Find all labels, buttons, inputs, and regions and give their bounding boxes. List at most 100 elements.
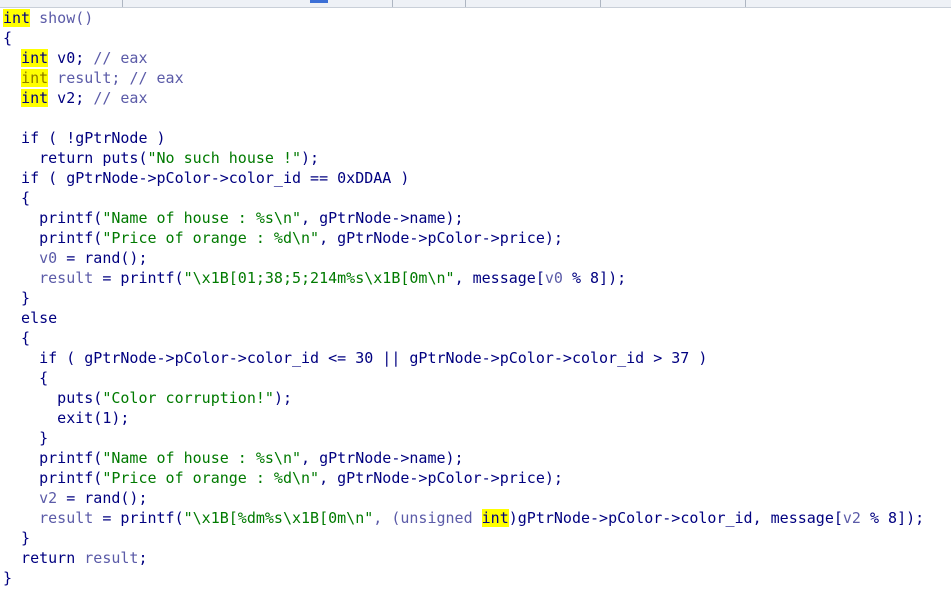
code-line[interactable]: { bbox=[0, 28, 951, 48]
code-token[interactable]: result; bbox=[48, 69, 129, 87]
code-token[interactable]: = printf( bbox=[93, 509, 183, 527]
code-token[interactable]: int bbox=[21, 89, 49, 107]
code-token[interactable]: "Name of house : %s\n" bbox=[102, 449, 301, 467]
code-token[interactable]: int bbox=[481, 509, 509, 527]
code-token[interactable]: result bbox=[39, 269, 93, 287]
code-token[interactable] bbox=[3, 89, 21, 107]
code-line[interactable]: if ( gPtrNode->pColor->color_id == 0xDDA… bbox=[0, 168, 951, 188]
code-line[interactable]: printf("Price of orange : %d\n", gPtrNod… bbox=[0, 468, 951, 488]
code-line[interactable]: result = printf("\x1B[01;38;5;214m%s\x1B… bbox=[0, 268, 951, 288]
code-line[interactable]: int result; // eax bbox=[0, 68, 951, 88]
code-token[interactable]: printf( bbox=[3, 229, 102, 247]
code-token[interactable]: v0; bbox=[48, 49, 93, 67]
code-line[interactable] bbox=[0, 108, 951, 128]
code-token[interactable]: printf( bbox=[3, 209, 102, 227]
code-token[interactable]: v2 bbox=[843, 509, 861, 527]
code-line[interactable]: printf("Name of house : %s\n", gPtrNode-… bbox=[0, 448, 951, 468]
code-token[interactable]: , gPtrNode->pColor->price); bbox=[319, 229, 563, 247]
code-token[interactable] bbox=[3, 489, 39, 507]
code-token[interactable]: v0 bbox=[39, 249, 57, 267]
code-token[interactable]: // eax bbox=[93, 89, 147, 107]
code-token[interactable]: ; bbox=[138, 549, 147, 567]
code-token[interactable]: } bbox=[3, 429, 48, 447]
code-token[interactable]: = rand(); bbox=[57, 489, 147, 507]
code-token[interactable]: { bbox=[3, 189, 30, 207]
code-line[interactable]: } bbox=[0, 528, 951, 548]
code-token[interactable]: )gPtrNode->pColor->color_id, message[ bbox=[509, 509, 843, 527]
code-line[interactable]: printf("Price of orange : %d\n", gPtrNod… bbox=[0, 228, 951, 248]
code-line[interactable]: int v0; // eax bbox=[0, 48, 951, 68]
code-token[interactable] bbox=[3, 49, 21, 67]
code-token[interactable]: , message[ bbox=[455, 269, 545, 287]
code-token[interactable]: if ( gPtrNode->pColor->color_id == 0xDDA… bbox=[3, 169, 409, 187]
code-line[interactable]: } bbox=[0, 568, 951, 588]
code-token[interactable]: return puts( bbox=[3, 149, 147, 167]
code-line[interactable]: int v2; // eax bbox=[0, 88, 951, 108]
code-token[interactable]: , (unsigned bbox=[373, 509, 481, 527]
code-token[interactable]: v2; bbox=[48, 89, 93, 107]
code-token[interactable]: // eax bbox=[93, 49, 147, 67]
code-token[interactable]: int bbox=[21, 49, 49, 67]
code-token[interactable] bbox=[3, 269, 39, 287]
code-token[interactable] bbox=[3, 249, 39, 267]
code-line[interactable]: exit(1); bbox=[0, 408, 951, 428]
code-line[interactable]: return result; bbox=[0, 548, 951, 568]
code-token[interactable]: = printf( bbox=[93, 269, 183, 287]
code-token[interactable]: { bbox=[3, 29, 12, 47]
code-line[interactable]: printf("Name of house : %s\n", gPtrNode-… bbox=[0, 208, 951, 228]
code-token[interactable]: if ( gPtrNode->pColor->color_id <= 30 ||… bbox=[3, 349, 707, 367]
code-token[interactable]: // eax bbox=[129, 69, 183, 87]
code-token[interactable]: else bbox=[3, 309, 57, 327]
code-token[interactable]: printf( bbox=[3, 449, 102, 467]
code-token[interactable]: , gPtrNode->name); bbox=[301, 209, 464, 227]
code-token[interactable]: ); bbox=[301, 149, 319, 167]
pseudocode-view[interactable]: int show(){ int v0; // eax int result; /… bbox=[0, 8, 951, 588]
code-line[interactable]: if ( !gPtrNode ) bbox=[0, 128, 951, 148]
code-token[interactable]: puts( bbox=[3, 389, 102, 407]
code-token[interactable]: return bbox=[3, 549, 84, 567]
code-line[interactable]: } bbox=[0, 288, 951, 308]
code-line[interactable]: v2 = rand(); bbox=[0, 488, 951, 508]
code-token[interactable]: "Price of orange : %d\n" bbox=[102, 469, 319, 487]
code-token[interactable]: ); bbox=[274, 389, 292, 407]
code-token[interactable]: } bbox=[3, 529, 30, 547]
code-token[interactable]: "No such house !" bbox=[148, 149, 302, 167]
code-token[interactable]: } bbox=[3, 289, 30, 307]
code-token[interactable]: printf( bbox=[3, 469, 102, 487]
code-token[interactable]: "\x1B[01;38;5;214m%s\x1B[0m\n" bbox=[184, 269, 455, 287]
code-token[interactable] bbox=[3, 69, 21, 87]
code-line[interactable]: { bbox=[0, 188, 951, 208]
code-token[interactable]: % 8]); bbox=[563, 269, 626, 287]
code-token[interactable]: v2 bbox=[39, 489, 57, 507]
code-token[interactable]: show() bbox=[30, 9, 93, 27]
code-token[interactable]: result bbox=[84, 549, 138, 567]
code-token[interactable]: "Price of orange : %d\n" bbox=[102, 229, 319, 247]
code-line[interactable]: int show() bbox=[0, 8, 951, 28]
code-line[interactable]: return puts("No such house !"); bbox=[0, 148, 951, 168]
code-token[interactable]: result bbox=[39, 509, 93, 527]
code-token[interactable]: { bbox=[3, 329, 30, 347]
code-line[interactable]: result = printf("\x1B[%dm%s\x1B[0m\n", (… bbox=[0, 508, 951, 528]
code-token[interactable]: if ( !gPtrNode ) bbox=[3, 129, 166, 147]
code-token[interactable]: , gPtrNode->pColor->price); bbox=[319, 469, 563, 487]
code-token[interactable] bbox=[3, 509, 39, 527]
code-line[interactable]: { bbox=[0, 328, 951, 348]
code-token[interactable]: } bbox=[3, 569, 12, 587]
code-token[interactable]: % 8]); bbox=[861, 509, 924, 527]
code-token[interactable]: = rand(); bbox=[57, 249, 147, 267]
code-token[interactable]: "\x1B[%dm%s\x1B[0m\n" bbox=[184, 509, 374, 527]
code-line[interactable]: else bbox=[0, 308, 951, 328]
code-token[interactable]: "Name of house : %s\n" bbox=[102, 209, 301, 227]
code-token[interactable]: v0 bbox=[545, 269, 563, 287]
code-token[interactable]: exit(1); bbox=[3, 409, 129, 427]
code-token[interactable]: , gPtrNode->name); bbox=[301, 449, 464, 467]
code-token[interactable]: int bbox=[21, 69, 49, 87]
code-line[interactable]: v0 = rand(); bbox=[0, 248, 951, 268]
code-token[interactable]: "Color corruption!" bbox=[102, 389, 274, 407]
code-token[interactable]: int bbox=[3, 9, 31, 27]
code-line[interactable]: puts("Color corruption!"); bbox=[0, 388, 951, 408]
code-token[interactable]: { bbox=[3, 369, 48, 387]
code-line[interactable]: { bbox=[0, 368, 951, 388]
code-line[interactable]: if ( gPtrNode->pColor->color_id <= 30 ||… bbox=[0, 348, 951, 368]
code-line[interactable]: } bbox=[0, 428, 951, 448]
